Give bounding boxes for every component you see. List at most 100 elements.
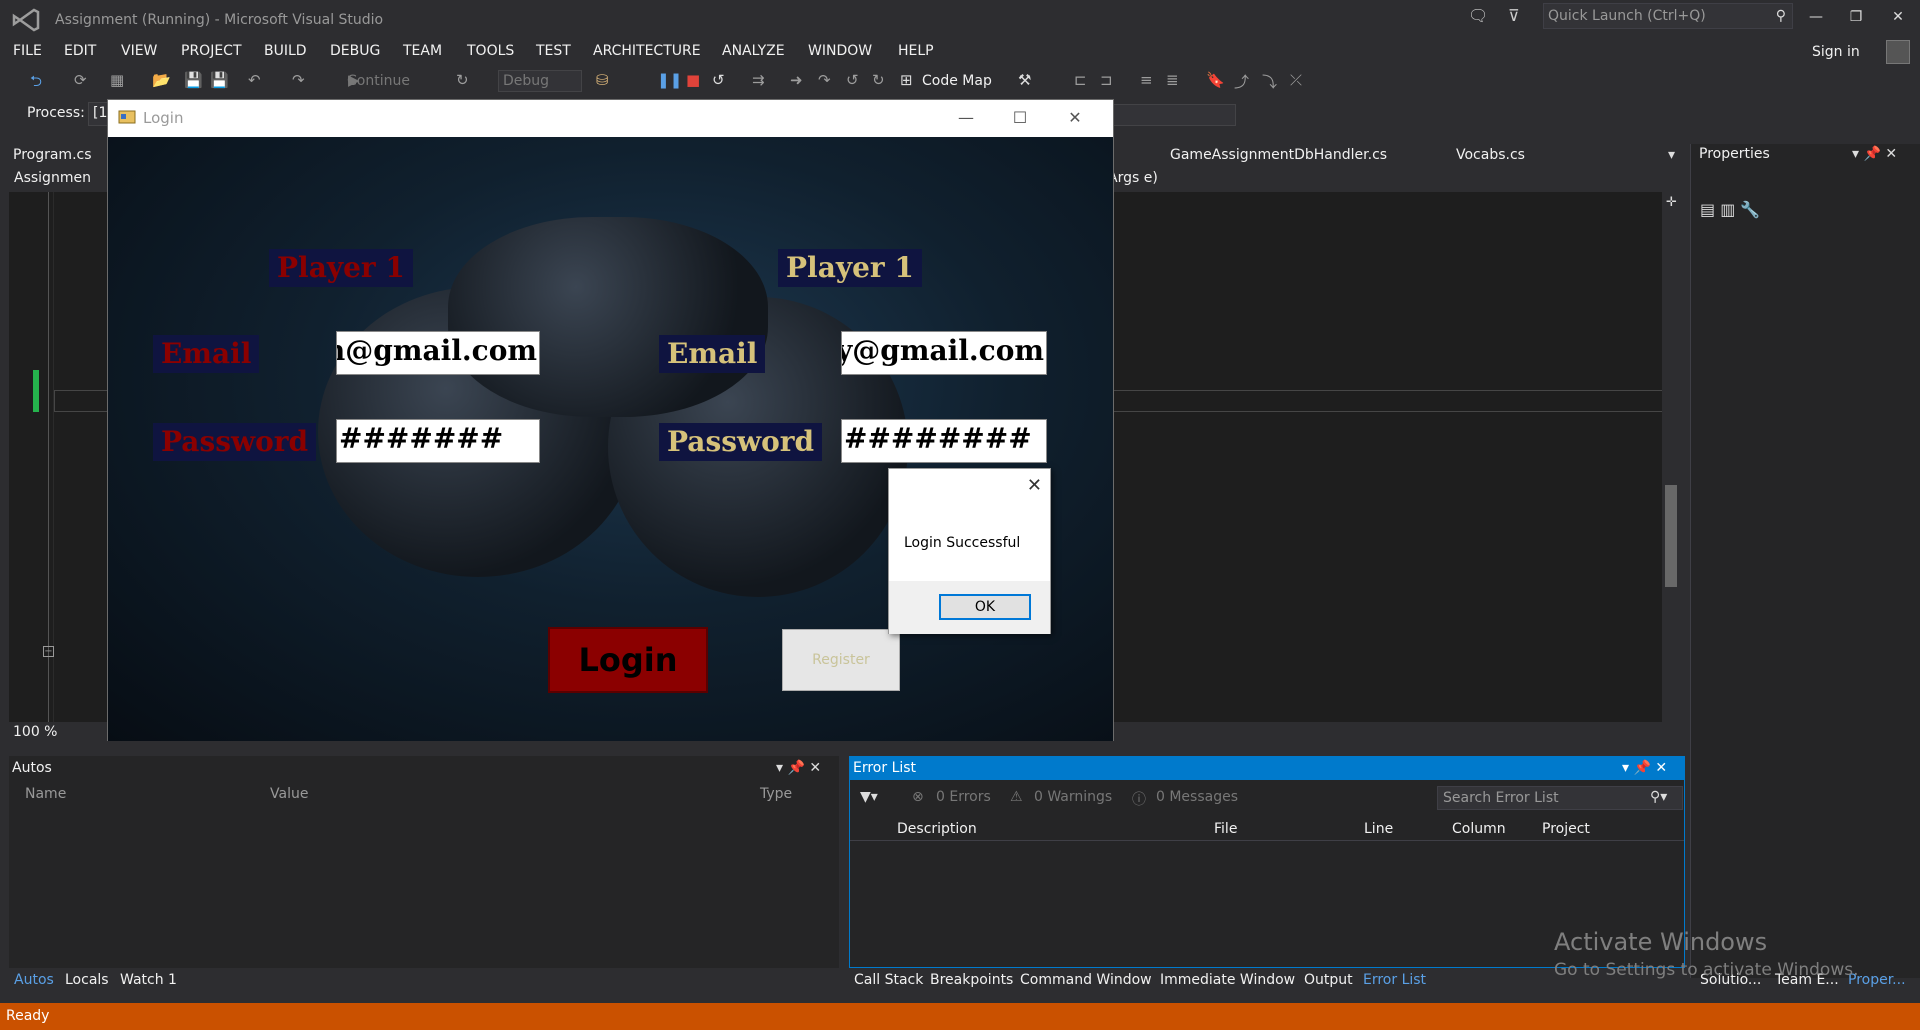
error-list-window-controls[interactable]: ▾ 📌 ✕ (1622, 760, 1667, 776)
redo-icon[interactable]: ↷ (292, 71, 305, 89)
step-into-icon[interactable]: ➜ (790, 71, 803, 89)
sign-in-link[interactable]: Sign in (1812, 44, 1860, 60)
step-back-icon[interactable]: ↻ (872, 71, 885, 89)
col-description[interactable]: Description (897, 821, 977, 837)
quick-launch-input[interactable]: Quick Launch (Ctrl+Q) ⚲ (1543, 3, 1793, 29)
error-search-input[interactable]: Search Error List (1437, 786, 1683, 810)
tab-error-list[interactable]: Error List (1363, 972, 1426, 988)
menu-analyze[interactable]: ANALYZE (722, 43, 785, 59)
save-icon[interactable]: 💾 (184, 71, 203, 89)
menu-window[interactable]: WINDOW (808, 43, 872, 59)
password-left-input[interactable]: ####### (336, 419, 540, 463)
avatar[interactable] (1886, 40, 1910, 64)
warnings-filter[interactable]: 0 Warnings (1034, 789, 1112, 805)
open-folder-icon[interactable]: 📂 (152, 71, 171, 89)
filter-icon[interactable]: ▼▾ (860, 789, 878, 805)
clear-bookmark-icon[interactable]: ⤫ (1290, 71, 1302, 89)
tab-vocabs[interactable]: Vocabs.cs (1456, 147, 1525, 163)
password-right-input[interactable]: ######## (841, 419, 1047, 463)
align-icon[interactable]: ⊏ (1074, 71, 1087, 89)
step-over-icon[interactable]: ↷ (818, 71, 831, 89)
search-icon[interactable]: ⚲▾ (1650, 789, 1667, 805)
refresh-icon[interactable]: ↻ (456, 71, 469, 89)
editor-scrollbar[interactable] (1662, 192, 1680, 722)
forward-icon[interactable]: ⟳ (74, 71, 87, 89)
stack-frame-select[interactable] (1110, 104, 1236, 126)
messages-filter[interactable]: 0 Messages (1156, 789, 1238, 805)
tab-call-stack[interactable]: Call Stack (854, 972, 923, 988)
menu-project[interactable]: PROJECT (181, 43, 242, 59)
autos-col-name[interactable]: Name (25, 786, 66, 802)
login-minimize-button[interactable]: — (943, 104, 989, 132)
col-line[interactable]: Line (1364, 821, 1393, 837)
configuration-select[interactable]: Debug (498, 70, 582, 92)
align-right-icon[interactable]: ⊐ (1100, 71, 1113, 89)
menu-architecture[interactable]: ARCHITECTURE (593, 43, 701, 59)
col-column[interactable]: Column (1452, 821, 1506, 837)
errors-filter[interactable]: 0 Errors (936, 789, 991, 805)
collapse-icon[interactable]: − (43, 646, 54, 657)
code-map-button[interactable]: Code Map (922, 73, 992, 89)
back-icon[interactable]: ⮌ (30, 71, 42, 96)
autos-col-type[interactable]: Type (760, 786, 792, 802)
tab-db-handler[interactable]: GameAssignmentDbHandler.cs (1170, 147, 1387, 163)
tab-watch1[interactable]: Watch 1 (120, 972, 177, 988)
uncomment-icon[interactable]: ≣ (1166, 71, 1179, 89)
login-maximize-button[interactable]: ☐ (997, 104, 1043, 132)
prev-bookmark-icon[interactable]: ⤴ (1234, 71, 1249, 92)
bookmark-icon[interactable]: 🔖 (1206, 71, 1225, 89)
undo-icon[interactable]: ↶ (248, 71, 261, 89)
email-right-input[interactable]: y@gmail.com (841, 331, 1047, 375)
next-bookmark-icon[interactable]: ⤵ (1262, 71, 1277, 92)
save-all-icon[interactable]: 💾 (210, 71, 229, 89)
step-out-icon[interactable]: ↺ (846, 71, 859, 89)
menu-tools[interactable]: TOOLS (467, 43, 514, 59)
scrollbar-thumb[interactable] (1665, 485, 1677, 587)
tab-immediate-window[interactable]: Immediate Window (1160, 972, 1295, 988)
tab-output[interactable]: Output (1304, 972, 1353, 988)
nav-member-select[interactable]: Args e) (1108, 170, 1158, 186)
menu-build[interactable]: BUILD (264, 43, 307, 59)
pause-icon[interactable]: ❚❚ (657, 71, 682, 89)
register-button[interactable]: Register (782, 629, 900, 691)
process-icon[interactable]: ⛁ (596, 71, 609, 89)
show-next-statement-icon[interactable]: ⇉ (752, 71, 765, 89)
message-close-icon[interactable]: ✕ (1027, 475, 1042, 496)
nav-type-select[interactable]: Assignmen (14, 170, 91, 186)
menu-view[interactable]: VIEW (121, 43, 157, 59)
zoom-select[interactable]: 100 % (13, 724, 57, 740)
autos-col-value[interactable]: Value (270, 786, 308, 802)
properties-window-controls[interactable]: ▾ 📌 ✕ (1852, 146, 1897, 162)
stop-icon[interactable]: ■ (686, 71, 700, 89)
tab-overflow-icon[interactable]: ▾ (1668, 147, 1675, 163)
menu-help[interactable]: HELP (898, 43, 934, 59)
menu-edit[interactable]: EDIT (64, 43, 96, 59)
tab-command-window[interactable]: Command Window (1020, 972, 1152, 988)
minimize-button[interactable]: — (1798, 4, 1834, 30)
filter-icon[interactable]: ⊽ (1508, 6, 1520, 25)
continue-button[interactable]: Continue (347, 73, 410, 89)
split-editor-icon[interactable]: ✛ (1666, 195, 1677, 210)
menu-test[interactable]: TEST (536, 43, 571, 59)
autos-window-controls[interactable]: ▾ 📌 ✕ (776, 760, 821, 776)
tab-locals[interactable]: Locals (65, 972, 109, 988)
diagnostic-icon[interactable]: ⚒ (1018, 71, 1031, 89)
login-button[interactable]: Login (548, 627, 708, 693)
tab-breakpoints[interactable]: Breakpoints (930, 972, 1013, 988)
feedback-icon[interactable]: 🗨 (1468, 6, 1488, 25)
login-close-button[interactable]: ✕ (1052, 104, 1098, 132)
tab-autos[interactable]: Autos (14, 972, 54, 988)
properties-toolbar-icons[interactable]: ▤ ▥ 🔧 (1700, 200, 1760, 219)
email-left-input[interactable]: n@gmail.com (336, 331, 540, 375)
col-file[interactable]: File (1214, 821, 1237, 837)
comment-icon[interactable]: ≡ (1140, 71, 1153, 89)
new-project-icon[interactable]: ▦ (110, 71, 124, 89)
restart-icon[interactable]: ↺ (712, 71, 725, 89)
menu-team[interactable]: TEAM (403, 43, 442, 59)
ok-button[interactable]: OK (939, 594, 1031, 620)
menu-debug[interactable]: DEBUG (330, 43, 380, 59)
tab-program[interactable]: Program.cs (13, 147, 92, 163)
menu-file[interactable]: FILE (13, 43, 42, 59)
close-button[interactable]: ✕ (1880, 4, 1916, 30)
restore-button[interactable]: ❐ (1838, 4, 1874, 30)
